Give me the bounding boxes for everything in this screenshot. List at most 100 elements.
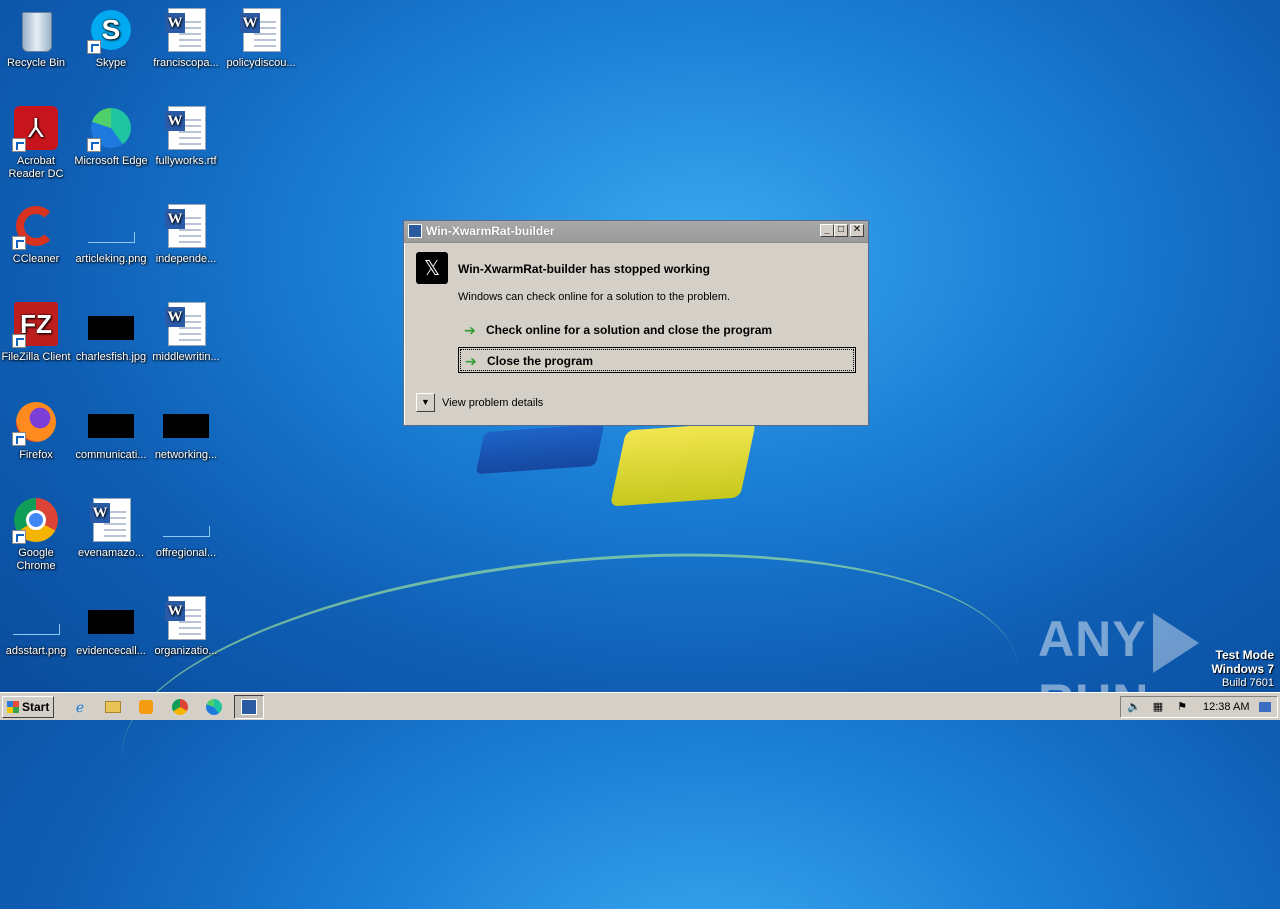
icon-label: networking... [154,449,218,461]
acrobat-icon: ⅄ [12,104,60,152]
taskbar: Start ℯ 🔈 ▦ ⚑ 12:38 AM [0,692,1280,720]
desktop-icon-networking[interactable]: networking... [148,392,224,462]
shortcut-arrow-icon [87,40,101,54]
desktop-icon-skype[interactable]: S Skype [73,0,149,70]
image-file-icon [12,594,60,642]
desktop-icon-evidencecall[interactable]: evidencecall... [73,588,149,658]
chrome-icon [12,496,60,544]
word-document-icon: W [87,496,135,544]
start-button[interactable]: Start [2,696,54,718]
ccleaner-icon [12,202,60,250]
windows-flag-icon [7,701,19,713]
check-online-option[interactable]: ➔ Check online for a solution and close … [458,317,856,343]
view-details-label: View problem details [442,397,544,409]
icon-label: fullyworks.rtf [155,155,217,167]
icon-label: Firefox [19,449,53,461]
start-label: Start [22,700,50,714]
icon-label: independe... [155,253,217,265]
option-label: Close the program [487,354,594,368]
taskbar-task-xwarmrat[interactable] [234,695,264,719]
desktop-icon-offregional[interactable]: offregional... [148,490,224,560]
desktop-icon-evenamazo[interactable]: W evenamazo... [73,490,149,560]
windows-info: Test Mode Windows 7 Build 7601 [1211,648,1274,690]
dialog-heading: Win-XwarmRat-builder has stopped working [458,262,710,276]
error-dialog: Win-XwarmRat-builder _ □ ✕ 𝕏 Win-XwarmRa… [403,220,869,426]
desktop-icon-independe[interactable]: W independe... [148,196,224,266]
shortcut-arrow-icon [12,138,26,152]
desktop-icon-ccleaner[interactable]: CCleaner [0,196,74,266]
wallpaper-windows-logo [475,420,760,510]
icon-label: CCleaner [12,253,60,265]
word-document-icon: W [162,104,210,152]
desktop-icon-chrome[interactable]: Google Chrome [0,490,74,573]
system-tray: 🔈 ▦ ⚑ 12:38 AM [1120,696,1278,718]
icon-label: organizatio... [154,645,218,657]
dialog-title: Win-XwarmRat-builder [426,224,555,238]
filezilla-icon: FZ [12,300,60,348]
icon-label: articleking.png [75,253,147,265]
close-button[interactable]: ✕ [850,224,864,237]
word-document-icon: W [162,6,210,54]
desktop-icon-communicati[interactable]: communicati... [73,392,149,462]
x-app-icon: 𝕏 [416,252,448,284]
icon-label: offregional... [155,547,217,559]
icon-label: adsstart.png [5,645,67,657]
desktop-icon-policydiscou[interactable]: W policydiscou... [223,0,299,70]
green-arrow-icon: ➔ [465,353,477,369]
desktop-icon-recycle-bin[interactable]: Recycle Bin [0,0,74,70]
desktop-icon-acrobat[interactable]: ⅄ Acrobat Reader DC [0,98,74,181]
icon-label: charlesfish.jpg [75,351,147,363]
play-icon [1152,612,1199,673]
action-center-flag-icon[interactable]: ⚑ [1175,700,1189,714]
word-document-icon: W [162,594,210,642]
explorer-icon[interactable] [103,697,123,717]
icon-label: FileZilla Client [1,351,71,363]
dialog-titlebar[interactable]: Win-XwarmRat-builder _ □ ✕ [404,221,868,243]
ie-icon[interactable]: ℯ [70,697,90,717]
maximize-button[interactable]: □ [834,224,848,237]
word-document-icon: W [162,300,210,348]
icon-label: Acrobat Reader DC [8,155,64,180]
image-file-icon [87,398,135,446]
icon-label: evenamazo... [77,547,145,559]
desktop-icon-filezilla[interactable]: FZ FileZilla Client [0,294,74,364]
desktop-icon-edge[interactable]: Microsoft Edge [73,98,149,168]
image-file-icon [162,496,210,544]
icon-label: Microsoft Edge [74,155,148,167]
desktop-icon-organizatio[interactable]: W organizatio... [148,588,224,658]
icon-label: policydiscou... [226,57,296,69]
skype-icon: S [87,6,135,54]
media-player-icon[interactable] [136,697,156,717]
volume-icon[interactable]: 🔈 [1127,700,1141,714]
show-desktop-icon[interactable] [1259,702,1271,712]
app-window-icon [408,224,422,238]
shortcut-arrow-icon [87,138,101,152]
green-arrow-icon: ➔ [464,322,476,338]
desktop-icon-articleking[interactable]: articleking.png [73,196,149,266]
close-program-option[interactable]: ➔ Close the program [458,347,856,373]
desktop-icon-middlewritin[interactable]: W middlewritin... [148,294,224,364]
clock[interactable]: 12:38 AM [1203,701,1249,713]
network-icon[interactable]: ▦ [1151,700,1165,714]
image-file-icon [87,594,135,642]
desktop-icon-adsstart[interactable]: adsstart.png [0,588,74,658]
icon-label: communicati... [75,449,147,461]
icon-label: middlewritin... [152,351,220,363]
icon-label: franciscopa... [153,57,219,69]
test-mode-label: Test Mode [1215,648,1274,662]
chevron-down-icon[interactable]: ▼ [416,393,435,412]
chrome-icon[interactable] [170,697,190,717]
edge-icon[interactable] [204,697,224,717]
desktop-icon-franciscopa[interactable]: W franciscopa... [148,0,224,70]
option-label: Check online for a solution and close th… [486,323,773,337]
build-label: Build 7601 [1222,677,1274,689]
shortcut-arrow-icon [12,530,26,544]
image-file-icon [87,300,135,348]
desktop-icon-fullyworks[interactable]: W fullyworks.rtf [148,98,224,168]
desktop-icon-charlesfish[interactable]: charlesfish.jpg [73,294,149,364]
minimize-button[interactable]: _ [820,224,834,237]
icon-label: Recycle Bin [6,57,66,69]
desktop-icon-firefox[interactable]: Firefox [0,392,74,462]
app-window-icon [241,699,257,715]
dialog-subtext: Windows can check online for a solution … [458,291,731,303]
